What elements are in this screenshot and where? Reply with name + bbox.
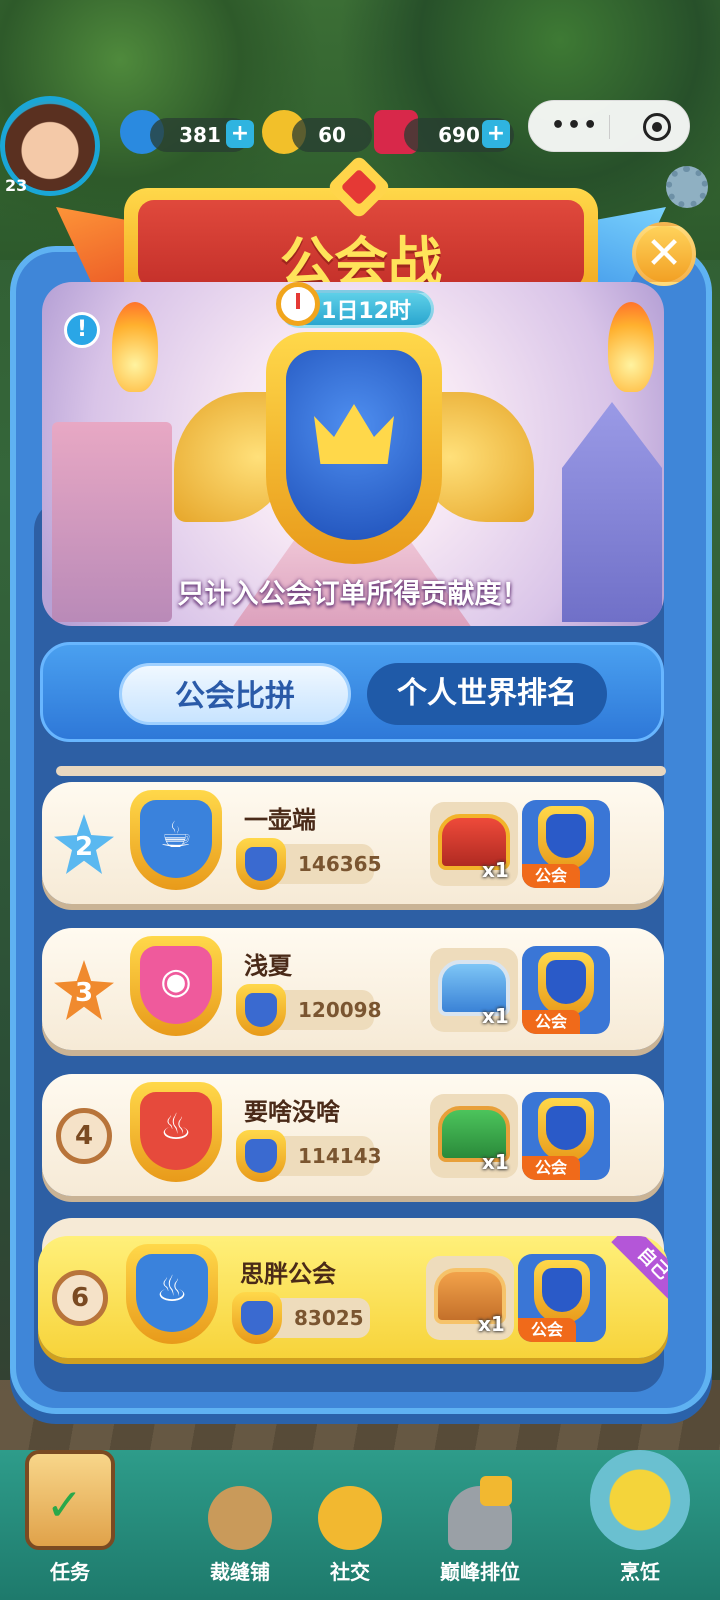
chest-quantity: x1 [482,858,509,882]
rice-bowl-icon: ♨ [136,1254,208,1332]
rank-number-badge: 4 [56,1108,112,1164]
crown-icon [314,404,394,464]
list-top-edge [56,766,666,776]
cooking-pot-icon [590,1450,690,1550]
guild-name: 一壶端 [244,806,316,834]
nav-task[interactable]: ✓ 任务 [10,1450,130,1585]
hero-caption: 只计入公会订单所得贡献度！ [177,579,529,610]
player-avatar[interactable]: 23 [0,96,100,196]
noodle-bowl-icon: ♨ [140,1092,212,1170]
self-ribbon-label: 自己 [611,1236,668,1306]
reward-chest[interactable]: x1 [426,1256,514,1340]
social-chick-icon [318,1486,382,1550]
contribution-shield-icon [232,1292,282,1344]
sewing-icon [208,1486,272,1550]
chest-quantity: x1 [482,1004,509,1028]
reward-chest[interactable]: x1 [430,802,518,886]
energy-add-button[interactable]: + [226,120,254,148]
reward-chest[interactable]: x1 [430,948,518,1032]
teapot-icon: ☕ [140,800,212,878]
bottom-navigation: ✓ 任务 裁缝铺 社交 巅峰排位 烹饪 [0,1450,720,1600]
guild-tag: 公会 [518,1318,576,1342]
rank-star-icon: 2 [54,814,114,874]
more-menu-button[interactable]: ••• [551,113,599,138]
torch-left-icon [112,302,158,392]
shield-icon [538,1098,594,1162]
guild-name: 思胖公会 [240,1260,336,1288]
shield-icon [538,806,594,870]
nav-cook-label: 烹饪 [620,1560,660,1584]
guild-badge: ♨ [130,1082,222,1182]
guild-name: 浅夏 [244,952,292,980]
info-icon[interactable]: ! [64,312,100,348]
torch-right-icon [608,302,654,392]
shield-icon [534,1260,590,1324]
reward-guild-badge[interactable]: 公会 [522,946,610,1034]
close-miniprogram-button[interactable] [643,113,671,141]
chest-quantity: x1 [478,1312,505,1336]
capsule-divider [609,115,610,139]
shield-icon [266,332,442,564]
guild-emblem [174,332,534,582]
guild-badge: ☕ [130,790,222,890]
reward-guild-badge[interactable]: 公会 [522,1092,610,1180]
nav-cook[interactable]: 烹饪 [580,1450,700,1585]
contribution-shield-icon [236,838,286,890]
settings-gear-icon[interactable] [666,166,708,208]
contribution-shield-icon [236,984,286,1036]
miniprogram-capsule: ••• [528,100,690,152]
tab-guild-competition[interactable]: 公会比拼 [119,663,351,725]
lock-icon [480,1476,512,1506]
guild-badge: ◉ [130,936,222,1036]
hero-banner: ! 只计入公会订单所得贡献度！ [42,282,664,626]
bun-icon: ◉ [140,946,212,1024]
ranking-row[interactable]: 3 ◉ 浅夏 120098 x1 公会 [42,928,664,1050]
guild-tag: 公会 [522,864,580,888]
reward-chest[interactable]: x1 [430,1094,518,1178]
chest-quantity: x1 [482,1150,509,1174]
gem-add-button[interactable]: + [482,120,510,148]
own-guild-row[interactable]: 6 ♨ 思胖公会 83025 x1 公会 自己 [38,1236,668,1358]
rank-star-icon: 3 [54,960,114,1020]
close-button[interactable]: ✕ [632,222,696,286]
nav-peak-rank-label: 巅峰排位 [440,1560,520,1584]
tab-personal-world-rank[interactable]: 个人世界排名 [367,663,607,725]
ranking-tabs: 公会比拼 个人世界排名 [40,642,664,742]
reward-guild-badge[interactable]: 公会 [522,800,610,888]
guild-tag: 公会 [522,1010,580,1034]
self-ribbon: 自己 [598,1236,668,1306]
shield-icon [538,952,594,1016]
checkmark-icon: ✓ [46,1480,83,1531]
guild-tag: 公会 [522,1156,580,1180]
nav-tailor-label: 裁缝铺 [210,1560,270,1584]
shield-inner [286,350,422,540]
coin-count: 60 [292,118,372,152]
nav-task-label: 任务 [50,1560,90,1584]
ranking-row[interactable]: 2 ☕ 一壶端 146365 x1 公会 [42,782,664,904]
rank-number-badge: 6 [52,1270,108,1326]
nav-social[interactable]: 社交 [290,1486,410,1585]
guild-badge: ♨ [126,1244,218,1344]
nav-social-label: 社交 [330,1560,370,1584]
reward-guild-badge[interactable]: 公会 [518,1254,606,1342]
guild-name: 要啥没啥 [244,1098,340,1126]
contribution-shield-icon [236,1130,286,1182]
alarm-clock-icon [276,282,320,326]
nav-tailor[interactable]: 裁缝铺 [180,1486,300,1585]
player-level: 23 [5,176,28,195]
ranking-row[interactable]: 4 ♨ 要啥没啥 114143 x1 公会 [42,1074,664,1196]
